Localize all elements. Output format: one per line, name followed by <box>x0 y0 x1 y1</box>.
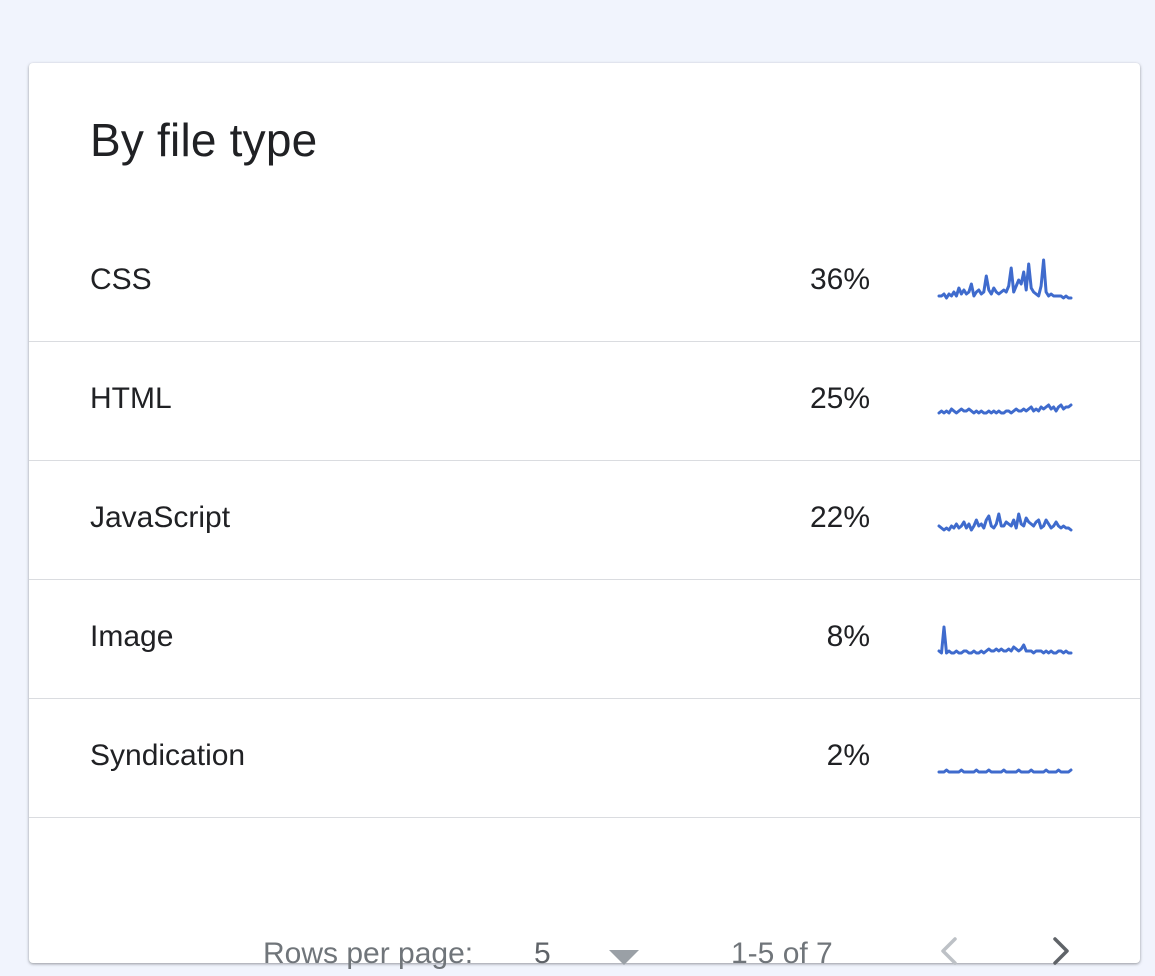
rows-per-page-select[interactable]: 5 <box>534 935 644 975</box>
file-type-label: CSS <box>90 263 152 296</box>
sparkline-chart <box>937 403 1073 415</box>
sparkline-chart <box>937 258 1073 300</box>
file-type-percent: 25% <box>809 382 870 415</box>
pagination-range: 1-5 of 7 <box>731 937 833 970</box>
chevron-right-icon <box>1053 937 1069 965</box>
file-type-label: Image <box>90 620 174 653</box>
table-row: CSS 36% <box>29 223 1140 342</box>
file-type-label: JavaScript <box>90 501 231 534</box>
sparkline-line <box>937 258 1073 300</box>
table-row: JavaScript 22% <box>29 461 1140 580</box>
table-row: HTML 25% <box>29 342 1140 461</box>
table-row: Syndication 2% <box>29 699 1140 818</box>
table-row: Image 8% <box>29 580 1140 699</box>
rows-per-page-label: Rows per page: <box>263 937 474 970</box>
previous-page-button[interactable] <box>929 931 969 971</box>
file-type-percent: 22% <box>809 501 870 534</box>
sparkline-line <box>937 403 1073 415</box>
file-type-percent: 2% <box>826 739 870 772</box>
sparkline-chart <box>937 625 1073 655</box>
file-type-percent: 8% <box>826 620 870 653</box>
sparkline-line <box>937 768 1073 774</box>
file-type-table: CSS 36% HTML 25% JavaScript 22% Image 8%… <box>29 223 1140 818</box>
file-type-label: Syndication <box>90 739 246 772</box>
rows-per-page-value: 5 <box>534 937 551 970</box>
file-type-percent: 36% <box>809 263 870 296</box>
sparkline-chart <box>937 512 1073 532</box>
file-type-label: HTML <box>90 382 172 415</box>
sparkline-line <box>937 625 1073 655</box>
pagination-footer: Rows per page: 5 1-5 of 7 <box>29 823 1140 970</box>
dropdown-arrow-icon <box>609 950 639 965</box>
sparkline-chart <box>937 768 1073 774</box>
next-page-button[interactable] <box>1041 931 1081 971</box>
sparkline-line <box>937 512 1073 532</box>
chevron-left-icon <box>941 937 957 965</box>
card-title: By file type <box>90 114 318 166</box>
file-type-card: By file type CSS 36% HTML 25% JavaScript… <box>29 63 1140 970</box>
